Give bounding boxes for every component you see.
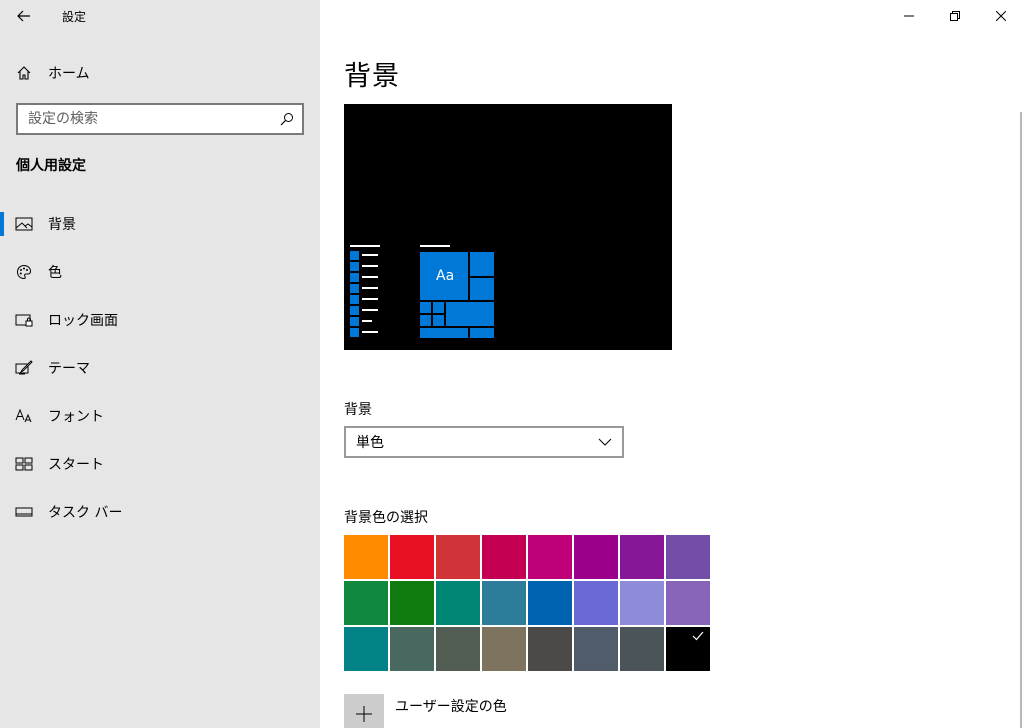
minimize-icon (904, 15, 914, 17)
color-swatch[interactable] (436, 627, 480, 671)
search-input[interactable] (18, 105, 272, 133)
restore-icon (950, 11, 960, 21)
color-swatch[interactable] (344, 627, 388, 671)
lock-screen-icon (15, 314, 33, 327)
page-title: 背景 (344, 61, 400, 92)
back-button[interactable] (0, 0, 48, 32)
restore-button[interactable] (932, 0, 978, 32)
sidebar-item-label: フォント (48, 409, 104, 425)
color-palette (344, 535, 710, 671)
color-swatch[interactable] (390, 581, 434, 625)
sidebar-item-label: 色 (48, 265, 62, 281)
color-swatch[interactable] (666, 535, 710, 579)
sidebar-item-label: スタート (48, 457, 104, 473)
sidebar-item-lock-screen[interactable]: ロック画面 (0, 296, 320, 344)
color-swatch[interactable] (528, 535, 572, 579)
sidebar-item-color[interactable]: 色 (0, 248, 320, 296)
sidebar-item-label: テーマ (48, 361, 90, 377)
color-swatch[interactable] (528, 581, 572, 625)
color-swatch[interactable] (666, 581, 710, 625)
desktop-preview-illustration (350, 245, 494, 338)
palette-icon (16, 264, 32, 280)
search-button[interactable] (272, 112, 302, 126)
search-icon (280, 113, 293, 126)
color-swatch[interactable] (390, 535, 434, 579)
sidebar-item-home[interactable]: ホーム (0, 56, 320, 90)
home-label: ホーム (48, 66, 90, 82)
nav-list: 背景 色 ロック画面 テーマ フォント スタート タスク バー (0, 200, 320, 536)
search-box (16, 103, 304, 135)
section-title: 個人用設定 (16, 158, 86, 174)
background-type-value: 単色 (356, 435, 384, 451)
color-swatch[interactable] (344, 535, 388, 579)
color-swatch[interactable] (344, 581, 388, 625)
color-choice-label: 背景色の選択 (344, 510, 428, 526)
custom-color-button[interactable]: ユーザー設定の色 (344, 694, 507, 728)
color-swatch[interactable] (620, 535, 664, 579)
color-swatch[interactable] (482, 581, 526, 625)
color-swatch[interactable] (482, 627, 526, 671)
color-swatch[interactable] (436, 535, 480, 579)
sidebar-item-font[interactable]: フォント (0, 392, 320, 440)
font-icon (15, 408, 32, 423)
sidebar-item-taskbar[interactable]: タスク バー (0, 488, 320, 536)
sidebar-item-label: 背景 (48, 217, 76, 233)
sidebar: 設定 ホーム 個人用設定 背景 (0, 0, 320, 728)
sidebar-item-label: ロック画面 (48, 313, 118, 329)
scrollbar[interactable] (1020, 112, 1022, 728)
color-swatch[interactable] (620, 581, 664, 625)
color-swatch[interactable] (574, 581, 618, 625)
home-icon (17, 66, 31, 80)
color-swatch[interactable] (528, 627, 572, 671)
titlebar-left: 設定 (0, 0, 320, 32)
start-icon (15, 457, 33, 471)
background-preview: Aa (344, 104, 672, 350)
close-icon (996, 11, 1006, 21)
color-swatch[interactable] (436, 581, 480, 625)
color-swatch[interactable] (390, 627, 434, 671)
background-type-label: 背景 (344, 402, 372, 418)
checkmark-icon (692, 631, 704, 641)
color-swatch[interactable] (620, 627, 664, 671)
color-swatch[interactable] (574, 627, 618, 671)
minimize-button[interactable] (886, 0, 932, 32)
color-swatch[interactable] (574, 535, 618, 579)
preview-sample-text: Aa (436, 268, 455, 284)
sidebar-item-label: タスク バー (48, 505, 123, 521)
theme-icon (15, 360, 33, 375)
chevron-down-icon (598, 438, 612, 446)
background-type-dropdown[interactable]: 単色 (344, 426, 624, 458)
back-arrow-icon (17, 10, 30, 22)
sidebar-item-start[interactable]: スタート (0, 440, 320, 488)
app-title: 設定 (62, 9, 87, 24)
window-controls (886, 0, 1024, 32)
picture-icon (15, 217, 33, 231)
color-swatch[interactable] (666, 627, 710, 671)
plus-icon (356, 706, 372, 722)
close-button[interactable] (978, 0, 1024, 32)
sidebar-item-background[interactable]: 背景 (0, 200, 320, 248)
sidebar-item-theme[interactable]: テーマ (0, 344, 320, 392)
custom-color-plus-box (344, 694, 384, 728)
taskbar-icon (15, 507, 33, 517)
custom-color-label: ユーザー設定の色 (395, 699, 507, 715)
color-swatch[interactable] (482, 535, 526, 579)
